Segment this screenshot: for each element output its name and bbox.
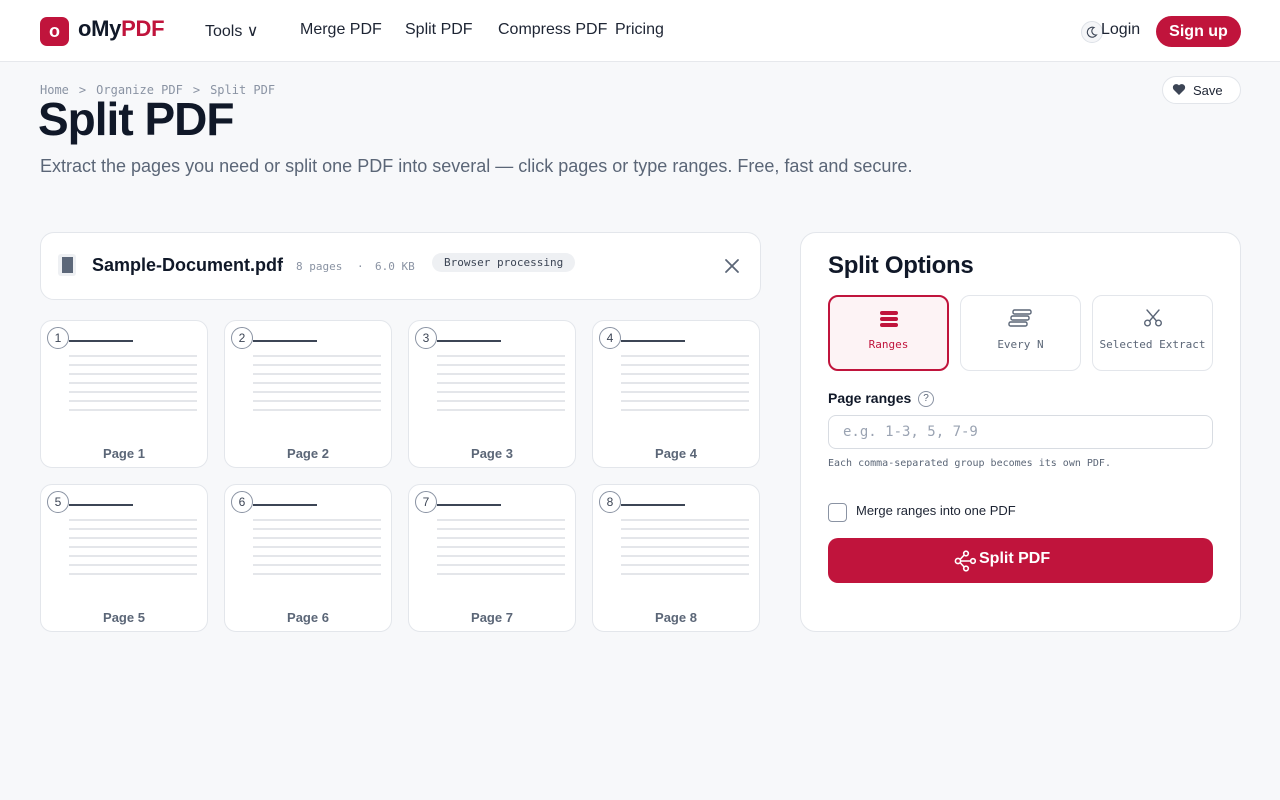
- page-thumbnail: [621, 340, 749, 411]
- file-page-count: 8 pages: [296, 260, 343, 273]
- login-link[interactable]: Login: [1101, 21, 1140, 39]
- nav-tools-dropdown[interactable]: Tools ∨: [205, 21, 259, 41]
- logo-accent-text: PDF: [121, 16, 165, 41]
- page-card[interactable]: 6 Page 6: [224, 484, 392, 632]
- page-thumbnail: [69, 340, 197, 411]
- every-n-icon: [1007, 309, 1032, 327]
- heart-icon: [1172, 84, 1186, 95]
- page-number-badge: 2: [231, 327, 253, 349]
- merge-ranges-label[interactable]: Merge ranges into one PDF: [856, 503, 1016, 518]
- page-card[interactable]: 7 Page 7: [408, 484, 576, 632]
- scissors-icon: [1143, 309, 1162, 327]
- page-label: Page 2: [287, 446, 329, 461]
- close-icon: [725, 259, 739, 273]
- page-label: Page 6: [287, 610, 329, 625]
- nav-compress-pdf[interactable]: Compress PDF: [498, 21, 607, 39]
- page-number-badge: 6: [231, 491, 253, 513]
- top-navigation-bar: o oMyPDF Tools ∨ Merge PDF Split PDF Com…: [0, 0, 1280, 62]
- page-ranges-label: Page ranges: [828, 390, 912, 406]
- split-pdf-button-label: Split PDF: [979, 550, 1051, 567]
- page-number-badge: 8: [599, 491, 621, 513]
- page-ranges-hint: Each comma-separated group becomes its o…: [828, 458, 1111, 469]
- mode-ranges-label: Ranges: [868, 338, 909, 351]
- page-label: Page 5: [103, 610, 145, 625]
- page-card[interactable]: 3 Page 3: [408, 320, 576, 468]
- page-ranges-input[interactable]: [828, 415, 1213, 449]
- page-number-badge: 7: [415, 491, 437, 513]
- save-button[interactable]: Save: [1162, 76, 1241, 104]
- split-options-panel: Split Options Ranges Every N Selected Ex…: [800, 232, 1241, 632]
- nav-merge-pdf[interactable]: Merge PDF: [300, 21, 382, 39]
- page-thumbnail: [437, 340, 565, 411]
- mode-selected-extract-label: Selected Extract: [1099, 338, 1206, 351]
- nav-split-pdf[interactable]: Split PDF: [405, 21, 473, 39]
- page-card[interactable]: 4 Page 4: [592, 320, 760, 468]
- page-title: Split PDF: [38, 93, 234, 145]
- logo-wordmark[interactable]: oMyPDF: [78, 16, 165, 42]
- meta-separator: ·: [357, 260, 364, 273]
- processing-badge: Browser processing: [432, 253, 576, 272]
- meta-separator: ·: [278, 260, 285, 273]
- page-number-badge: 4: [599, 327, 621, 349]
- page-card[interactable]: 5 Page 5: [40, 484, 208, 632]
- page-label: Page 7: [471, 610, 513, 625]
- page-card[interactable]: 2 Page 2: [224, 320, 392, 468]
- page-label: Page 4: [655, 446, 697, 461]
- page-thumbnail: [69, 504, 197, 575]
- split-options-title: Split Options: [828, 252, 974, 279]
- remove-file-button[interactable]: [722, 256, 742, 276]
- theme-toggle-button[interactable]: [1081, 21, 1103, 43]
- moon-icon: [1086, 26, 1098, 38]
- mode-every-n-label: Every N: [997, 338, 1044, 351]
- page-label: Page 1: [103, 446, 145, 461]
- help-icon[interactable]: ?: [918, 391, 934, 407]
- page-card[interactable]: 1 Page 1: [40, 320, 208, 468]
- logo-primary-text: oMy: [78, 16, 122, 41]
- mode-every-n-button[interactable]: Every N: [960, 295, 1081, 371]
- signup-button[interactable]: Sign up: [1156, 16, 1241, 47]
- ranges-icon: [879, 311, 898, 327]
- page-number-badge: 5: [47, 491, 69, 513]
- file-icon: [58, 254, 76, 276]
- page-number-badge: 1: [47, 327, 69, 349]
- page-number-badge: 3: [415, 327, 437, 349]
- page-label: Page 3: [471, 446, 513, 461]
- nav-pricing[interactable]: Pricing: [615, 21, 664, 39]
- page-subtitle: Extract the pages you need or split one …: [40, 156, 913, 176]
- page-card[interactable]: 8 Page 8: [592, 484, 760, 632]
- split-icon: [954, 550, 976, 572]
- file-size: 6.0 KB: [375, 260, 415, 273]
- save-button-label: Save: [1193, 83, 1223, 98]
- logo-mark[interactable]: o: [40, 17, 69, 46]
- mode-ranges-button[interactable]: Ranges: [828, 295, 949, 371]
- page-thumbnail: [253, 504, 381, 575]
- page-thumbnail: [253, 340, 381, 411]
- mode-selected-extract-button[interactable]: Selected Extract: [1092, 295, 1213, 371]
- merge-ranges-checkbox[interactable]: [828, 503, 847, 522]
- page-label: Page 8: [655, 610, 697, 625]
- page-thumbnail: [621, 504, 749, 575]
- split-pdf-button[interactable]: Split PDF: [828, 538, 1213, 583]
- page-thumbnail: [437, 504, 565, 575]
- uploaded-file-bar: Sample-Document.pdf · 8 pages · 6.0 KB B…: [40, 232, 761, 300]
- file-name: Sample-Document.pdf: [92, 255, 284, 275]
